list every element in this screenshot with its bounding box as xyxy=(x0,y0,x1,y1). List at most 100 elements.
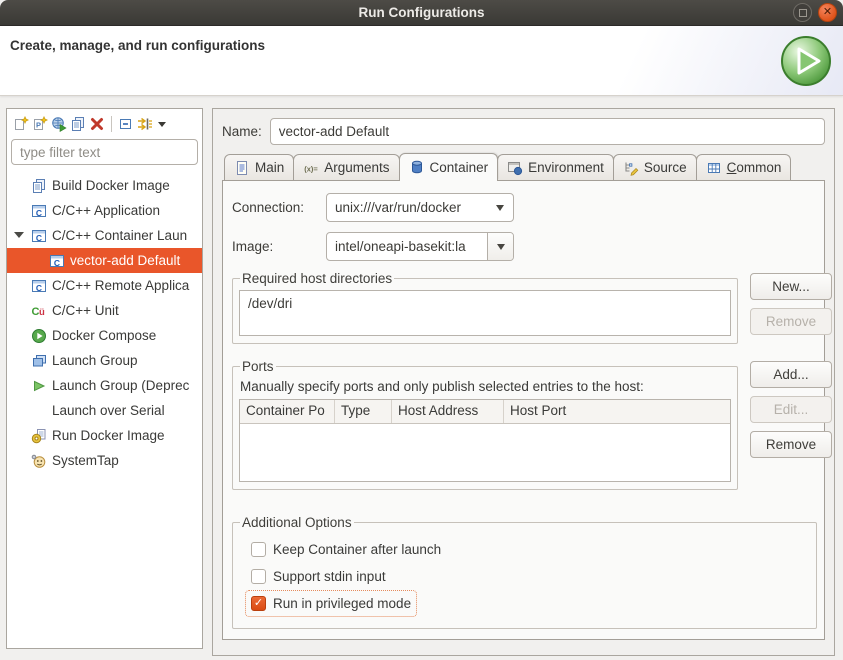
launch-config-tree: Build Docker Image C C/C++ Application C… xyxy=(7,173,202,473)
required-host-directories-title: Required host directories xyxy=(240,271,394,286)
tree-item-vector-add-default[interactable]: C vector-add Default xyxy=(7,248,202,273)
remove-port-button[interactable]: Remove xyxy=(750,431,832,458)
tab-source[interactable]: Source xyxy=(613,154,697,180)
additional-options-title: Additional Options xyxy=(240,515,354,530)
c-application-icon: C xyxy=(31,228,47,244)
duplicate-launch-configuration-icon[interactable] xyxy=(70,116,86,132)
connection-select[interactable]: unix:///var/run/docker xyxy=(326,193,514,222)
tree-item-docker-compose[interactable]: Docker Compose xyxy=(7,323,202,348)
image-dropdown-button[interactable] xyxy=(487,233,513,260)
svg-text:C: C xyxy=(36,207,42,217)
tree-item-launch-over-serial[interactable]: Launch over Serial xyxy=(7,398,202,423)
image-combo[interactable]: intel/oneapi-basekit:la xyxy=(326,232,514,261)
tab-label: Arguments xyxy=(324,160,389,175)
checkbox-unchecked-icon[interactable] xyxy=(251,542,266,557)
tab-bar: Main (x)= Arguments Container xyxy=(222,153,825,180)
column-header-container-port[interactable]: Container Po xyxy=(240,400,335,423)
filter-input[interactable] xyxy=(11,139,198,165)
docker-image-icon xyxy=(31,178,47,194)
sidebar-toolbar: P xyxy=(11,113,198,136)
new-launch-configuration-icon[interactable] xyxy=(13,116,29,132)
tree-item-label: C/C++ Container Laun xyxy=(52,228,187,243)
tree-item-c-container-launcher[interactable]: C C/C++ Container Laun xyxy=(7,223,202,248)
collapse-all-icon[interactable] xyxy=(118,116,134,132)
titlebar: Run Configurations ✕ xyxy=(0,0,843,26)
ports-table-header: Container Po Type Host Address Host Port xyxy=(240,400,730,424)
container-tab-panel: Connection: unix:///var/run/docker Image… xyxy=(222,180,825,640)
docker-compose-icon xyxy=(31,328,47,344)
keep-container-checkbox-row[interactable]: Keep Container after launch xyxy=(245,536,447,563)
banner: Create, manage, and run configurations xyxy=(0,26,843,96)
host-directories-list[interactable]: /dev/dri xyxy=(239,290,731,336)
tab-main[interactable]: Main xyxy=(224,154,294,180)
toolbar-separator xyxy=(111,116,112,132)
tree-item-c-application[interactable]: C C/C++ Application xyxy=(7,198,202,223)
close-button[interactable]: ✕ xyxy=(818,3,837,22)
tab-container[interactable]: Container xyxy=(399,153,499,180)
checkbox-label: Run in privileged mode xyxy=(273,596,411,611)
delete-launch-configuration-icon[interactable] xyxy=(89,116,105,132)
edit-port-button: Edit... xyxy=(750,396,832,423)
tree-item-c-remote-application[interactable]: C C/C++ Remote Applica xyxy=(7,273,202,298)
ports-table-body[interactable] xyxy=(240,424,730,481)
new-launch-configuration-prototype-icon[interactable]: P xyxy=(32,116,48,132)
launch-group-deprecated-icon xyxy=(31,378,47,394)
ports-caption: Manually specify ports and only publish … xyxy=(240,379,731,394)
svg-text:(x)=: (x)= xyxy=(304,164,318,173)
tab-common[interactable]: Common xyxy=(696,154,792,180)
new-directory-button[interactable]: New... xyxy=(750,273,832,300)
maximize-button[interactable] xyxy=(793,3,812,22)
column-header-host-port[interactable]: Host Port xyxy=(504,400,730,423)
remove-directory-button: Remove xyxy=(750,308,832,335)
tree-item-label: Run Docker Image xyxy=(52,428,165,443)
tree-item-launch-group-deprecated[interactable]: Launch Group (Deprec xyxy=(7,373,202,398)
svg-text:C: C xyxy=(36,282,42,292)
tree-item-label: C/C++ Application xyxy=(52,203,160,218)
checkbox-unchecked-icon[interactable] xyxy=(251,569,266,584)
connection-label: Connection: xyxy=(232,200,326,215)
tree-item-label: C/C++ Remote Applica xyxy=(52,278,189,293)
tree-item-label: Build Docker Image xyxy=(52,178,170,193)
source-icon xyxy=(623,160,639,176)
maximize-icon xyxy=(799,9,807,17)
tree-item-run-docker-image[interactable]: Run Docker Image xyxy=(7,423,202,448)
ports-group: Ports Manually specify ports and only pu… xyxy=(232,359,738,490)
host-directory-item[interactable]: /dev/dri xyxy=(248,294,722,314)
add-port-button[interactable]: Add... xyxy=(750,361,832,388)
configuration-editor: Name: Main (x)= Arguments xyxy=(212,108,835,656)
c-unit-icon: C ü xyxy=(31,303,47,319)
tab-environment[interactable]: Environment xyxy=(497,154,614,180)
menu-caret-icon[interactable] xyxy=(156,116,168,132)
file-icon xyxy=(234,160,250,176)
run-docker-image-icon xyxy=(31,428,47,444)
tree-item-label: C/C++ Unit xyxy=(52,303,119,318)
tree-item-launch-group[interactable]: Launch Group xyxy=(7,348,202,373)
close-icon: ✕ xyxy=(823,7,832,18)
c-application-icon: C xyxy=(31,278,47,294)
checkbox-checked-icon[interactable]: ✓ xyxy=(251,596,266,611)
privileged-mode-checkbox-row[interactable]: ✓ Run in privileged mode xyxy=(245,590,417,617)
tree-item-label: SystemTap xyxy=(52,453,119,468)
expander-icon[interactable] xyxy=(14,232,24,238)
support-stdin-checkbox-row[interactable]: Support stdin input xyxy=(245,563,392,590)
export-launch-configuration-icon[interactable] xyxy=(51,116,67,132)
systemtap-icon xyxy=(31,453,47,469)
tree-item-systemtap[interactable]: SystemTap xyxy=(7,448,202,473)
tab-arguments[interactable]: (x)= Arguments xyxy=(293,154,399,180)
svg-text:P: P xyxy=(36,121,41,130)
image-value: intel/oneapi-basekit:la xyxy=(327,239,487,254)
filter-launch-configurations-icon[interactable] xyxy=(137,116,153,132)
tree-item-c-unit[interactable]: C ü C/C++ Unit xyxy=(7,298,202,323)
name-input[interactable] xyxy=(270,118,825,145)
tree-item-build-docker-image[interactable]: Build Docker Image xyxy=(7,173,202,198)
c-application-icon: C xyxy=(49,253,65,269)
column-header-host-address[interactable]: Host Address xyxy=(392,400,504,423)
tab-label: Source xyxy=(644,160,687,175)
checkbox-label: Support stdin input xyxy=(273,569,386,584)
environment-icon xyxy=(507,160,523,176)
image-label: Image: xyxy=(232,239,326,254)
tree-item-label: Launch Group xyxy=(52,353,138,368)
column-header-type[interactable]: Type xyxy=(335,400,392,423)
tab-label: Common xyxy=(727,160,782,175)
dialog-body: P xyxy=(0,97,843,660)
